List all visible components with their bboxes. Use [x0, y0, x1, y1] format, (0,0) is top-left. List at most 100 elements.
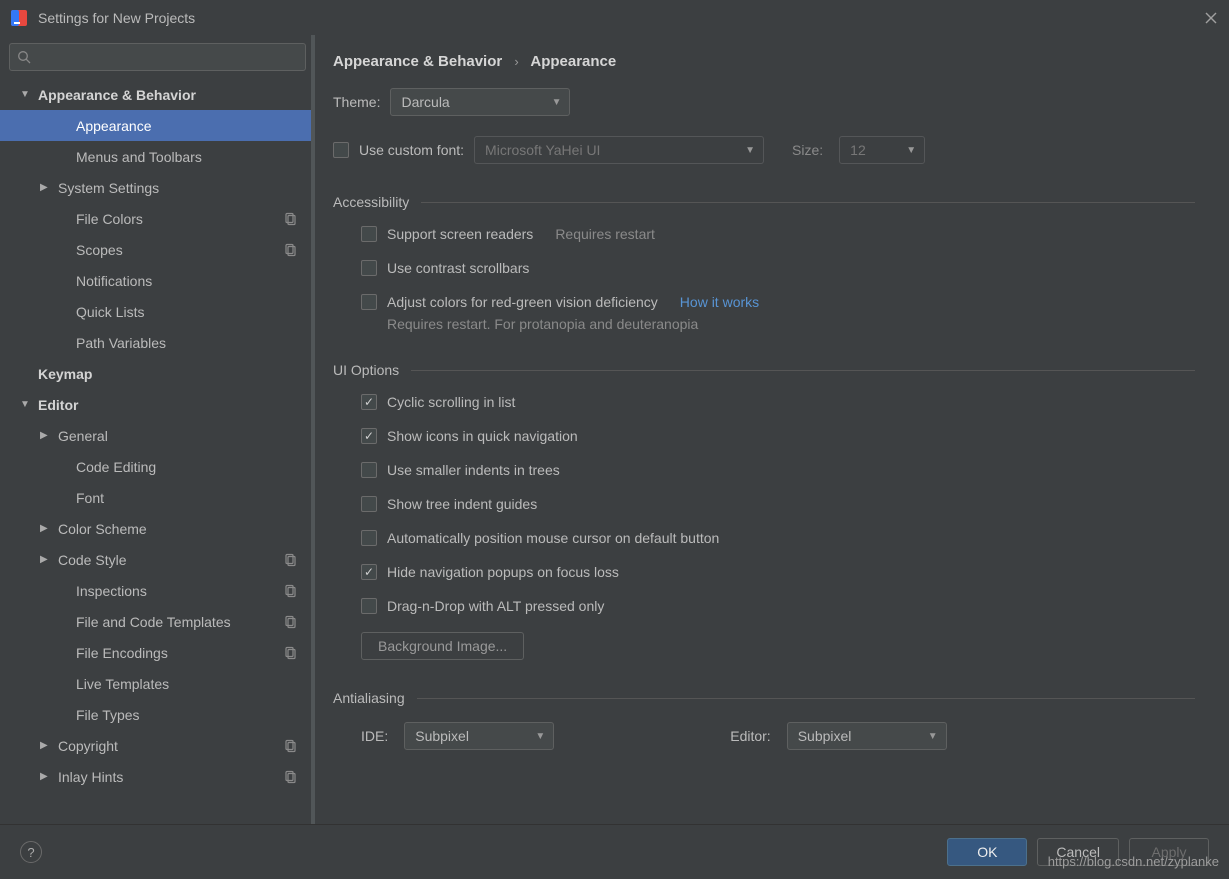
checkbox-row: Hide navigation popups on focus loss: [361, 564, 1195, 580]
sidebar-item-font[interactable]: Font: [0, 482, 315, 513]
checkbox[interactable]: [361, 294, 377, 310]
checkbox-label: Hide navigation popups on focus loss: [387, 564, 619, 580]
checkbox[interactable]: [361, 564, 377, 580]
checkbox-row: Use contrast scrollbars: [361, 260, 1195, 276]
checkbox[interactable]: [361, 394, 377, 410]
section-antialiasing: Antialiasing: [333, 690, 1195, 706]
sidebar-item-label: Path Variables: [76, 335, 297, 351]
sidebar-item-label: General: [58, 428, 297, 444]
sidebar-item-appearance[interactable]: Appearance: [0, 110, 315, 141]
sidebar-item-code-style[interactable]: ▶Code Style: [0, 544, 315, 575]
custom-font-combo[interactable]: Microsoft YaHei UI ▼: [474, 136, 764, 164]
sidebar-item-live-templates[interactable]: Live Templates: [0, 668, 315, 699]
help-button[interactable]: ?: [20, 841, 42, 863]
section-title: UI Options: [333, 362, 399, 378]
antialias-editor-label: Editor:: [730, 728, 770, 744]
project-scope-icon: [283, 770, 297, 784]
checkbox[interactable]: [361, 530, 377, 546]
settings-tree[interactable]: ▼ Appearance & Behavior Appearance Menus an…: [0, 79, 315, 824]
option-row: Drag-n-Drop with ALT pressed only: [361, 598, 1195, 614]
checkbox-row: Adjust colors for red-green vision defic…: [361, 294, 1195, 310]
section-title: Antialiasing: [333, 690, 405, 706]
breadcrumb: Appearance & Behavior › Appearance: [333, 53, 1195, 70]
sidebar-item-label: Inlay Hints: [58, 769, 283, 785]
option-row: Use smaller indents in trees: [361, 462, 1195, 478]
search-input[interactable]: [9, 43, 306, 71]
sidebar-item-notifications[interactable]: Notifications: [0, 265, 315, 296]
project-scope-icon: [283, 646, 297, 660]
sidebar-item-quick-lists[interactable]: Quick Lists: [0, 296, 315, 327]
sidebar-item-copyright[interactable]: ▶Copyright: [0, 730, 315, 761]
checkbox[interactable]: [361, 462, 377, 478]
custom-font-row: Use custom font: Microsoft YaHei UI ▼ Si…: [333, 136, 1195, 164]
sidebar-item-label: Live Templates: [76, 676, 297, 692]
sidebar-item-code-editing[interactable]: Code Editing: [0, 451, 315, 482]
sidebar-item-label: Code Style: [58, 552, 283, 568]
sidebar-item-keymap[interactable]: Keymap: [0, 358, 315, 389]
how-it-works-link[interactable]: How it works: [680, 294, 759, 310]
chevron-right-icon: ▶: [40, 523, 52, 534]
sidebar-item-label: Copyright: [58, 738, 283, 754]
window-title: Settings for New Projects: [38, 10, 1203, 26]
sidebar-item-label: Editor: [38, 397, 297, 413]
project-scope-icon: [283, 584, 297, 598]
antialias-ide-value: Subpixel: [415, 728, 469, 744]
sidebar-item-label: Menus and Toolbars: [76, 149, 297, 165]
sidebar-item-label: Appearance & Behavior: [38, 87, 297, 103]
font-size-combo[interactable]: 12 ▼: [839, 136, 925, 164]
watermark: https://blog.csdn.net/zyplanke: [1048, 854, 1219, 869]
project-scope-icon: [283, 739, 297, 753]
ok-button[interactable]: OK: [947, 838, 1027, 866]
sidebar-item-label: Font: [76, 490, 297, 506]
sidebar-item-file-encodings[interactable]: File Encodings: [0, 637, 315, 668]
sidebar-item-label: File Encodings: [76, 645, 283, 661]
option-row: Adjust colors for red-green vision defic…: [361, 294, 1195, 332]
sidebar-item-scopes[interactable]: Scopes: [0, 234, 315, 265]
sidebar-item-label: Appearance: [76, 118, 297, 134]
sidebar-item-editor[interactable]: ▼ Editor: [0, 389, 315, 420]
option-row: Support screen readersRequires restart: [361, 226, 1195, 242]
sidebar-item-appearance-behavior[interactable]: ▼ Appearance & Behavior: [0, 79, 315, 110]
chevron-down-icon: ▼: [928, 731, 938, 742]
checkbox-row: Automatically position mouse cursor on d…: [361, 530, 1195, 546]
sidebar-item-color-scheme[interactable]: ▶Color Scheme: [0, 513, 315, 544]
sidebar-item-file-types[interactable]: File Types: [0, 699, 315, 730]
app-logo-icon: [10, 9, 28, 27]
background-image-button[interactable]: Background Image...: [361, 632, 524, 660]
sidebar-item-label: Notifications: [76, 273, 297, 289]
checkbox[interactable]: [361, 598, 377, 614]
sidebar-item-label: System Settings: [58, 180, 297, 196]
checkbox[interactable]: [361, 226, 377, 242]
chevron-down-icon: ▼: [20, 399, 32, 410]
custom-font-checkbox[interactable]: [333, 142, 349, 158]
sidebar-item-label: File Types: [76, 707, 297, 723]
checkbox-label: Use smaller indents in trees: [387, 462, 560, 478]
sidebar-item-file-colors[interactable]: File Colors: [0, 203, 315, 234]
chevron-right-icon: ›: [514, 54, 518, 69]
theme-value: Darcula: [401, 94, 449, 110]
theme-row: Theme: Darcula ▼: [333, 88, 1195, 116]
chevron-down-icon: ▼: [20, 89, 32, 100]
divider: [417, 698, 1195, 699]
sidebar-item-path-variables[interactable]: Path Variables: [0, 327, 315, 358]
sidebar-item-inspections[interactable]: Inspections: [0, 575, 315, 606]
checkbox-row: Show icons in quick navigation: [361, 428, 1195, 444]
checkbox[interactable]: [361, 496, 377, 512]
theme-combo[interactable]: Darcula ▼: [390, 88, 570, 116]
search-wrap: [9, 43, 306, 71]
antialias-editor-combo[interactable]: Subpixel ▼: [787, 722, 947, 750]
checkbox[interactable]: [361, 260, 377, 276]
checkbox[interactable]: [361, 428, 377, 444]
sidebar-item-menus-and-toolbars[interactable]: Menus and Toolbars: [0, 141, 315, 172]
option-row: Use contrast scrollbars: [361, 260, 1195, 276]
antialias-ide-combo[interactable]: Subpixel ▼: [404, 722, 554, 750]
breadcrumb-root[interactable]: Appearance & Behavior: [333, 53, 502, 70]
sidebar-item-inlay-hints[interactable]: ▶Inlay Hints: [0, 761, 315, 792]
close-icon[interactable]: [1203, 10, 1219, 26]
chevron-down-icon: ▼: [745, 145, 755, 156]
sidebar-item-system-settings[interactable]: ▶System Settings: [0, 172, 315, 203]
sidebar-item-file-and-code-templates[interactable]: File and Code Templates: [0, 606, 315, 637]
option-row: Hide navigation popups on focus loss: [361, 564, 1195, 580]
sidebar-item-label: File Colors: [76, 211, 283, 227]
sidebar-item-general[interactable]: ▶General: [0, 420, 315, 451]
